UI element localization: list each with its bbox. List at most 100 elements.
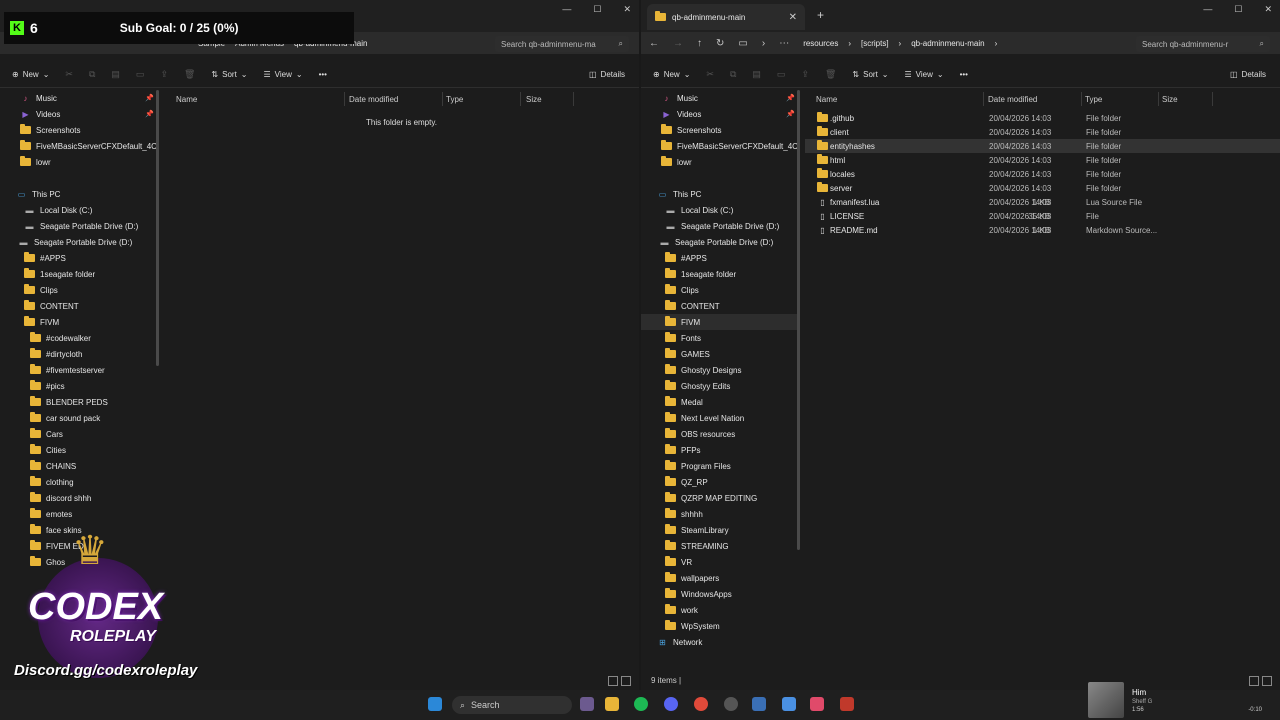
- nav-item[interactable]: Screenshots: [641, 122, 799, 138]
- nav-item[interactable]: emotes: [0, 506, 158, 522]
- widget-icon[interactable]: [580, 697, 594, 711]
- header-date[interactable]: Date modified: [988, 95, 1037, 104]
- details-button[interactable]: ◫ Details: [589, 70, 625, 79]
- nav-item[interactable]: discord shhh: [0, 490, 158, 506]
- file-row[interactable]: .github 20/04/2026 14:03 File folder: [805, 111, 1280, 125]
- nav-item[interactable]: Fonts: [641, 330, 799, 346]
- pin-icon[interactable]: 📌: [145, 94, 154, 102]
- up-icon[interactable]: ↑: [697, 38, 702, 49]
- nav-item[interactable]: Medal: [641, 394, 799, 410]
- chevron-right-icon[interactable]: ›: [995, 39, 998, 48]
- delete-icon[interactable]: 🗑: [825, 69, 836, 80]
- file-row[interactable]: ▯ README.md 20/04/2026 14:03 Markdown Sourc…: [805, 223, 1280, 237]
- nav-item[interactable]: Cities: [0, 442, 158, 458]
- chevron-right-icon[interactable]: ›: [848, 39, 851, 48]
- file-row[interactable]: ▯ LICENSE 20/04/2026 14:03 File 35 KB: [805, 209, 1280, 223]
- nav-item[interactable]: STREAMING: [641, 538, 799, 554]
- left-search-input[interactable]: Search qb-adminmenu-ma ⌕: [495, 36, 629, 52]
- file-row[interactable]: server 20/04/2026 14:03 File folder: [805, 181, 1280, 195]
- nav-item[interactable]: [0, 170, 158, 186]
- taskbar-search[interactable]: ⌕ Search: [452, 696, 572, 714]
- nav-item[interactable]: ▭ This PC: [641, 186, 799, 202]
- nav-item[interactable]: lowr: [0, 154, 158, 170]
- nav-item[interactable]: [641, 170, 799, 186]
- header-size[interactable]: Size: [526, 95, 542, 104]
- close-icon[interactable]: ✕: [623, 4, 631, 15]
- header-size[interactable]: Size: [1162, 95, 1178, 104]
- nav-item[interactable]: ▬ Local Disk (C:): [0, 202, 158, 218]
- nav-item[interactable]: 1seagate folder: [0, 266, 158, 282]
- nav-item[interactable]: work: [641, 602, 799, 618]
- minimize-icon[interactable]: —: [1203, 4, 1212, 15]
- nav-item[interactable]: FIVM: [0, 314, 158, 330]
- nav-item[interactable]: #pics: [0, 378, 158, 394]
- file-row[interactable]: entityhashes 20/04/2026 14:03 File folder: [805, 139, 1280, 153]
- nav-item[interactable]: Screenshots: [0, 122, 158, 138]
- app-icon[interactable]: [752, 697, 766, 711]
- more-icon[interactable]: ⋯: [779, 38, 789, 49]
- column-divider[interactable]: [1158, 92, 1159, 106]
- nav-item[interactable]: QZ_RP: [641, 474, 799, 490]
- cut-icon[interactable]: ✂: [65, 69, 73, 80]
- nav-item[interactable]: ▶ Videos 📌: [0, 106, 158, 122]
- column-divider[interactable]: [573, 92, 574, 106]
- app-icon[interactable]: [782, 697, 796, 711]
- nav-item[interactable]: ⊞ Network: [641, 634, 799, 650]
- file-explorer-icon[interactable]: [605, 697, 619, 711]
- nav-item[interactable]: ▬ Seagate Portable Drive (D:): [0, 218, 158, 234]
- nav-item[interactable]: #codewalker: [0, 330, 158, 346]
- pin-icon[interactable]: 📌: [786, 94, 795, 102]
- file-row[interactable]: ▯ fxmanifest.lua 20/04/2026 14:03 Lua Sourc…: [805, 195, 1280, 209]
- right-nav-scrollbar[interactable]: [797, 90, 800, 550]
- nav-item[interactable]: WindowsApps: [641, 586, 799, 602]
- nav-item[interactable]: QZRP MAP EDITING: [641, 490, 799, 506]
- maximize-icon[interactable]: ☐: [1234, 4, 1242, 15]
- back-icon[interactable]: ←: [649, 38, 659, 49]
- nav-item[interactable]: ▬ Seagate Portable Drive (D:): [641, 234, 799, 250]
- nav-item[interactable]: FIVM: [641, 314, 799, 330]
- nav-item[interactable]: CONTENT: [641, 298, 799, 314]
- maximize-icon[interactable]: ☐: [593, 4, 601, 15]
- nav-item[interactable]: SteamLibrary: [641, 522, 799, 538]
- nav-item[interactable]: #APPS: [641, 250, 799, 266]
- rename-icon[interactable]: ▭: [136, 69, 145, 80]
- nav-item[interactable]: PFPs: [641, 442, 799, 458]
- right-search-input[interactable]: Search qb-adminmenu-r ⌕: [1136, 36, 1270, 52]
- nav-item[interactable]: Clips: [641, 282, 799, 298]
- chrome-icon[interactable]: [694, 697, 708, 711]
- nav-item[interactable]: wallpapers: [641, 570, 799, 586]
- pc-icon[interactable]: ▭: [738, 38, 747, 49]
- paste-icon[interactable]: ▤: [752, 69, 761, 80]
- nav-item[interactable]: ♪ Music 📌: [0, 90, 158, 106]
- nav-item[interactable]: Ghostyy Designs: [641, 362, 799, 378]
- forward-icon[interactable]: →: [673, 38, 683, 49]
- copy-icon[interactable]: ⧉: [730, 69, 736, 80]
- close-icon[interactable]: ✕: [1264, 4, 1272, 15]
- chevron-right-icon[interactable]: ›: [899, 39, 902, 48]
- breadcrumb-item[interactable]: qb-adminmenu-main: [911, 39, 984, 48]
- nav-item[interactable]: ▬ Seagate Portable Drive (D:): [0, 234, 158, 250]
- nav-item[interactable]: ▶ Videos 📌: [641, 106, 799, 122]
- nav-item[interactable]: #dirtycloth: [0, 346, 158, 362]
- nav-item[interactable]: OBS resources: [641, 426, 799, 442]
- details-view-icon[interactable]: [608, 676, 618, 686]
- column-divider[interactable]: [520, 92, 521, 106]
- nav-item[interactable]: clothing: [0, 474, 158, 490]
- app-icon[interactable]: [840, 697, 854, 711]
- share-icon[interactable]: ⇪: [160, 69, 168, 80]
- new-button[interactable]: ⊕ New ⌄: [12, 70, 49, 79]
- nav-item[interactable]: Cars: [0, 426, 158, 442]
- nav-item[interactable]: Clips: [0, 282, 158, 298]
- left-nav-scrollbar[interactable]: [156, 90, 159, 366]
- column-divider[interactable]: [1081, 92, 1082, 106]
- nav-item[interactable]: VR: [641, 554, 799, 570]
- nav-item[interactable]: lowr: [641, 154, 799, 170]
- nav-item[interactable]: ♪ Music 📌: [641, 90, 799, 106]
- breadcrumb-item[interactable]: [scripts]: [861, 39, 889, 48]
- spotify-icon[interactable]: [634, 697, 648, 711]
- header-date[interactable]: Date modified: [349, 95, 398, 104]
- column-divider[interactable]: [442, 92, 443, 106]
- nav-item[interactable]: GAMES: [641, 346, 799, 362]
- nav-item[interactable]: 1seagate folder: [641, 266, 799, 282]
- nav-item[interactable]: car sound pack: [0, 410, 158, 426]
